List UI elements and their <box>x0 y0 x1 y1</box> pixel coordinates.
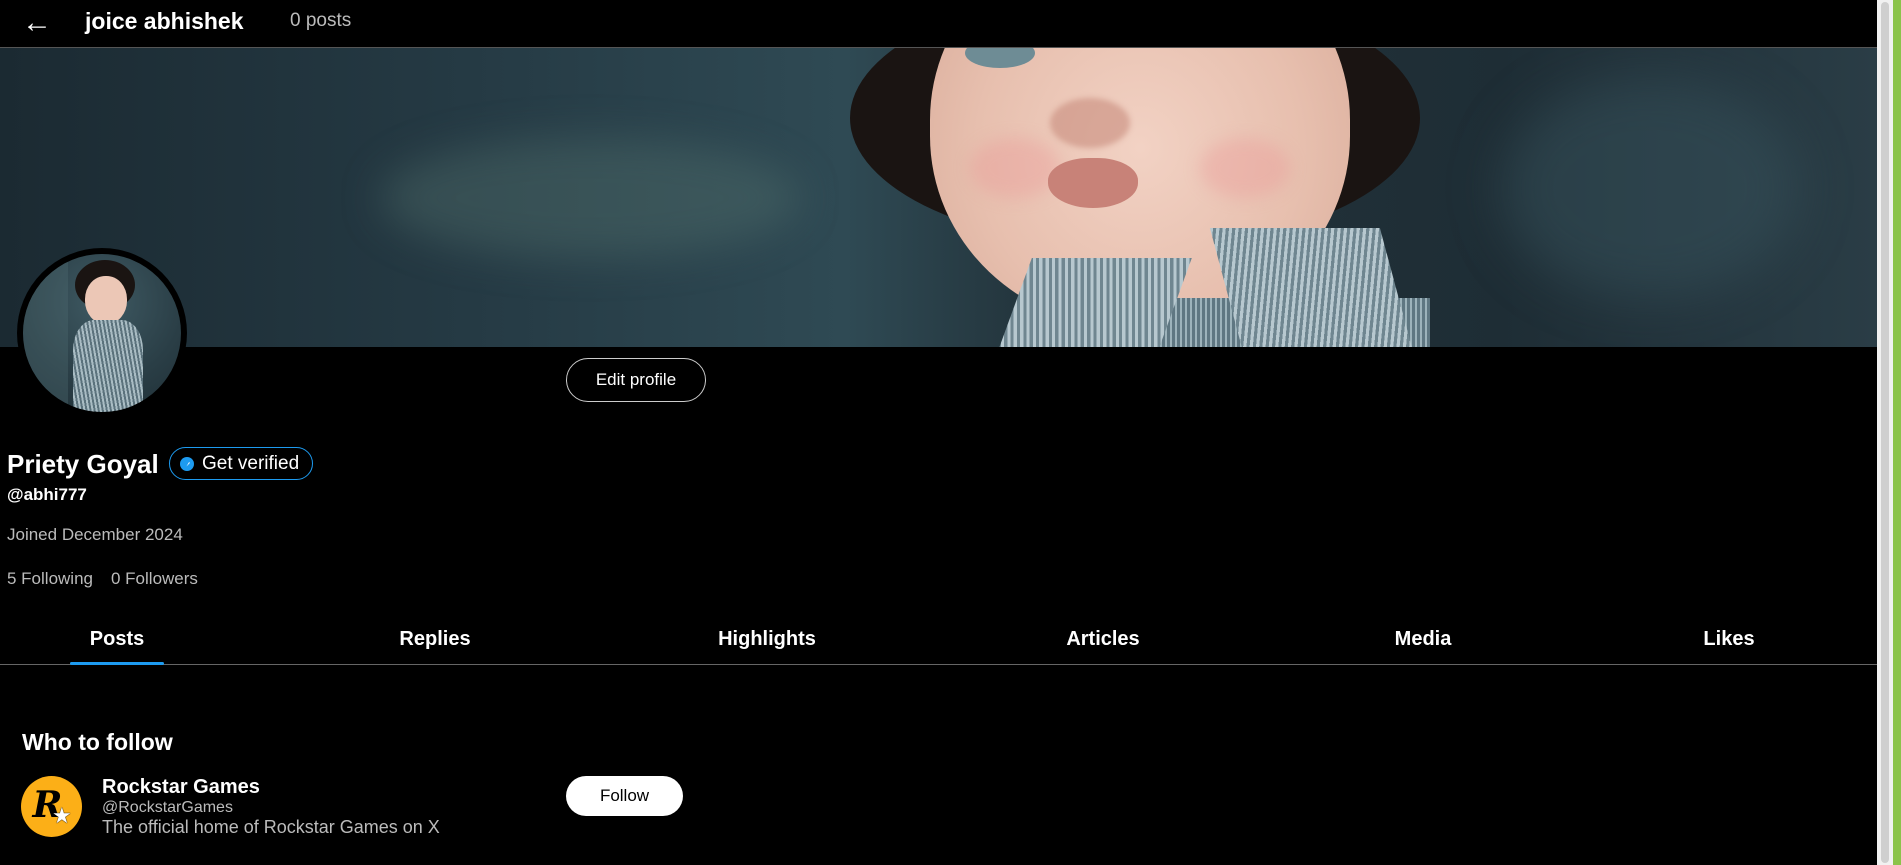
suggestion-bio: The official home of Rockstar Games on X <box>102 817 440 837</box>
joined-date: Joined December 2024 <box>7 525 183 544</box>
follow-button[interactable]: Follow <box>566 776 683 816</box>
tab-highlights[interactable]: Highlights <box>712 615 822 664</box>
window-edge <box>1893 0 1901 865</box>
avatar-photo <box>23 254 181 412</box>
star-icon: ★ <box>52 803 72 828</box>
scrollbar-thumb[interactable] <box>1881 2 1889 863</box>
page-scrollbar[interactable] <box>1877 0 1901 865</box>
back-arrow-icon[interactable]: ← <box>20 6 54 40</box>
suggestion-name[interactable]: Rockstar Games <box>102 776 260 799</box>
tab-replies[interactable]: Replies <box>390 615 480 664</box>
profile-tabs: Posts Replies Highlights Articles Media … <box>0 615 1877 665</box>
profile-header: ← joice abhishek 0 posts <box>0 0 1877 48</box>
profile-avatar[interactable] <box>17 248 187 418</box>
profile-banner-image[interactable] <box>0 48 1877 347</box>
suggestion-handle: @RockstarGames <box>102 799 233 816</box>
follow-stats: 5 Following 0 Followers <box>7 569 198 589</box>
rockstar-logo-icon[interactable]: R ★ <box>21 776 82 837</box>
followers-link[interactable]: 0 Followers <box>111 569 198 589</box>
tab-media[interactable]: Media <box>1385 615 1461 664</box>
display-name: Priety Goyal <box>7 449 159 479</box>
who-to-follow-title: Who to follow <box>22 729 173 755</box>
get-verified-label: Get verified <box>202 452 300 474</box>
get-verified-button[interactable]: Get verified <box>169 447 314 480</box>
header-post-count: 0 posts <box>290 10 352 31</box>
following-link[interactable]: 5 Following <box>7 569 93 589</box>
tab-posts[interactable]: Posts <box>70 615 164 665</box>
tab-articles[interactable]: Articles <box>1057 615 1149 664</box>
header-title: joice abhishek <box>85 8 244 34</box>
user-handle: @abhi777 <box>7 485 87 504</box>
profile-page: ← joice abhishek 0 posts Edit profile Pr… <box>0 0 1877 865</box>
tab-likes[interactable]: Likes <box>1696 615 1762 664</box>
edit-profile-button[interactable]: Edit profile <box>566 358 706 402</box>
verified-badge-icon <box>180 456 194 471</box>
